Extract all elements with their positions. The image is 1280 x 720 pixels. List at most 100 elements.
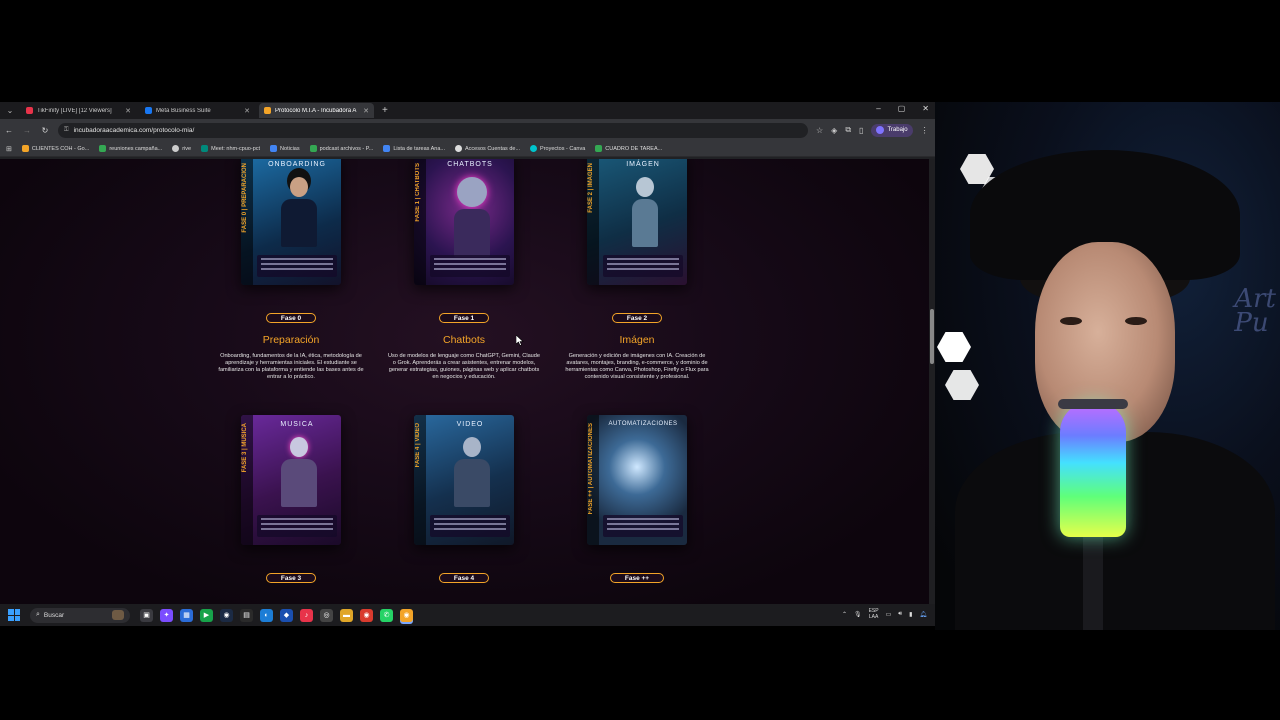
cover-description-block	[430, 255, 510, 277]
forward-icon[interactable]: →	[22, 126, 32, 135]
bookmark-item[interactable]: podcast archivos - P...	[309, 145, 374, 152]
tab-meta-business[interactable]: Meta Business Suite ✕	[140, 103, 255, 118]
bookmark-label: podcast archivos - P...	[319, 145, 374, 152]
phase-card: AUTOMATIZACIONES FASE ++ | AUTOMATIZACIO…	[557, 415, 717, 585]
bookmark-item[interactable]: Noticias	[270, 145, 300, 152]
bookmark-item[interactable]: CLIENTES COH - Go...	[21, 145, 89, 152]
task-view-icon[interactable]: ▣	[140, 608, 153, 622]
bookmark-label: Proyectos - Canva	[540, 145, 586, 152]
browser-window: ⌄ TikFinity [LIVE] [12 Viewers] ✕ Meta B…	[0, 102, 935, 604]
bookmark-label: Accesos Cuentas de...	[465, 145, 521, 152]
cover-description-block	[430, 515, 510, 537]
tab-title: Protocolo M.I.A - Incubadora A	[275, 107, 357, 114]
minimize-icon[interactable]: –	[876, 104, 880, 113]
chrome-dev-icon[interactable]: ◎	[320, 608, 333, 622]
phase-cover-image[interactable]: VIDEO FASE 4 | VIDEO	[414, 415, 514, 545]
tab-protocolo-mia[interactable]: Protocolo M.I.A - Incubadora A ✕	[259, 103, 374, 118]
phase-cover-image[interactable]: CHATBOTS FASE 1 | CHATBOTS	[414, 159, 514, 285]
notification-bell-icon[interactable]: 🔔︎	[919, 611, 927, 618]
copilot-icon[interactable]: ✦	[160, 608, 173, 622]
bookmark-item[interactable]: Accesos Cuentas de...	[455, 145, 520, 152]
volume-icon[interactable]: 🔊︎	[898, 611, 902, 618]
tab-tikfinity[interactable]: TikFinity [LIVE] [12 Viewers] ✕	[21, 103, 136, 118]
steam-icon[interactable]: ◉	[220, 608, 233, 622]
display-icon[interactable]: ▭	[886, 611, 892, 618]
tab-search-icon[interactable]: ⌄	[3, 104, 17, 118]
menu-kebab-icon[interactable]: ⋮	[921, 126, 929, 135]
sidebar-icon[interactable]: ▯	[859, 126, 863, 135]
extension-icon[interactable]: ◈	[831, 126, 837, 135]
cover-title: AUTOMATIZACIONES	[608, 421, 678, 427]
cover-figure	[452, 437, 492, 507]
close-window-icon[interactable]: ✕	[922, 104, 929, 113]
phase-card: VIDEO FASE 4 | VIDEO Fase 4	[384, 415, 544, 585]
globe-favicon-icon	[455, 145, 462, 152]
input-language[interactable]: ESP LAA	[869, 608, 879, 620]
profile-button[interactable]: Trabajo	[871, 123, 913, 137]
canva-favicon-icon	[530, 145, 538, 152]
screen: ⌄ TikFinity [LIVE] [12 Viewers] ✕ Meta B…	[0, 0, 1280, 720]
photoshop-icon[interactable]: ◆	[280, 608, 293, 622]
back-icon[interactable]: ←	[4, 126, 14, 135]
file-explorer-icon[interactable]: ▬	[340, 608, 353, 622]
rgb-microphone	[1058, 399, 1128, 537]
close-tab-icon[interactable]: ✕	[244, 107, 250, 115]
bookmark-label: Noticias	[280, 145, 300, 152]
phase-description: Uso de modelos de lenguaje como ChatGPT,…	[387, 353, 541, 380]
phase-badge: Fase ++	[609, 573, 665, 583]
taskbar-search[interactable]: ⌕ Buscar	[30, 607, 130, 623]
close-tab-icon[interactable]: ✕	[363, 107, 369, 115]
spine-text: FASE 0 | PREPARACIÓN	[242, 163, 248, 233]
extensions-puzzle-icon[interactable]: ⧉	[845, 125, 851, 135]
sheets-favicon-icon	[309, 145, 317, 152]
chrome-icon[interactable]: ◉	[360, 608, 373, 622]
bookmark-item[interactable]: Proyectos - Canva	[530, 145, 585, 152]
bookmark-item[interactable]: rive	[172, 145, 191, 152]
bookmark-item[interactable]: Lista de tareas Ana...	[383, 145, 445, 152]
phase-cover-image[interactable]: MUSICA FASE 3 | MÚSICA	[241, 415, 341, 545]
cover-figure	[279, 177, 319, 247]
page-content[interactable]: ONBOARDING FASE 0 | PREPARACIÓN Fase 0 P…	[0, 159, 929, 604]
bookmark-label: rive	[182, 145, 192, 152]
scrollbar-thumb[interactable]	[930, 309, 934, 364]
chevron-up-icon[interactable]: ⌃	[842, 611, 847, 618]
lang-layout: LAA	[868, 614, 879, 620]
phase-card: IMÁGEN FASE 2 | IMÁGEN Fase 2 Imágen Gen…	[557, 159, 717, 381]
spine-text: FASE 3 | MÚSICA	[242, 423, 248, 473]
site-info-icon[interactable]: ⚿	[64, 127, 69, 134]
cover-spine: FASE 0 | PREPARACIÓN	[241, 159, 253, 285]
terminal-icon[interactable]: ▤	[240, 608, 253, 622]
cover-spine: FASE 1 | CHATBOTS	[414, 159, 426, 285]
microphone-icon[interactable]: 🎙︎	[854, 611, 862, 618]
phase-card: MUSICA FASE 3 | MÚSICA Fase 3	[211, 415, 371, 585]
store-icon[interactable]: ▦	[180, 608, 193, 622]
new-tab-icon[interactable]: +	[382, 105, 388, 116]
phase-cover-image[interactable]: ONBOARDING FASE 0 | PREPARACIÓN	[241, 159, 341, 285]
bookmark-item[interactable]: CUADRO DE TAREA...	[595, 145, 662, 152]
bookmark-item[interactable]: Meet: nhm-cpuo-pct	[201, 145, 260, 152]
apps-grid-icon[interactable]: ⊞	[6, 145, 12, 153]
phase-cover-image[interactable]: AUTOMATIZACIONES FASE ++ | AUTOMATIZACIO…	[587, 415, 687, 545]
chrome-canary-icon[interactable]: ◉	[400, 608, 413, 622]
maximize-icon[interactable]: ▢	[898, 104, 906, 113]
phase-cover-image[interactable]: IMÁGEN FASE 2 | IMÁGEN	[587, 159, 687, 285]
address-bar[interactable]: ⚿ incubadoraacademica.com/protocolo-mia/	[58, 122, 808, 138]
bookmark-item[interactable]: reuniones campaña...	[99, 145, 162, 152]
spine-text: FASE ++ | AUTOMATIZACIONES	[588, 423, 594, 515]
tikfinity-favicon-icon	[26, 107, 33, 114]
reload-icon[interactable]: ↻	[40, 126, 50, 135]
tiktok-icon[interactable]: ♪	[300, 608, 313, 622]
cover-title: ONBOARDING	[268, 161, 326, 168]
edge-icon[interactable]: ◐	[260, 608, 273, 622]
bookmark-star-icon[interactable]: ☆	[816, 126, 823, 135]
phase-card: CHATBOTS FASE 1 | CHATBOTS Fase 1 Chatbo…	[384, 159, 544, 381]
search-placeholder: Buscar	[43, 611, 65, 619]
cover-description-block	[257, 515, 337, 537]
mic-arm	[1083, 537, 1103, 630]
play-icon[interactable]: ▶	[200, 608, 213, 622]
windows-start-icon[interactable]	[8, 609, 20, 621]
close-tab-icon[interactable]: ✕	[125, 107, 131, 115]
whatsapp-icon[interactable]: ✆	[380, 608, 393, 622]
battery-icon[interactable]: ▮	[909, 611, 912, 618]
phase-card: ONBOARDING FASE 0 | PREPARACIÓN Fase 0 P…	[211, 159, 371, 381]
